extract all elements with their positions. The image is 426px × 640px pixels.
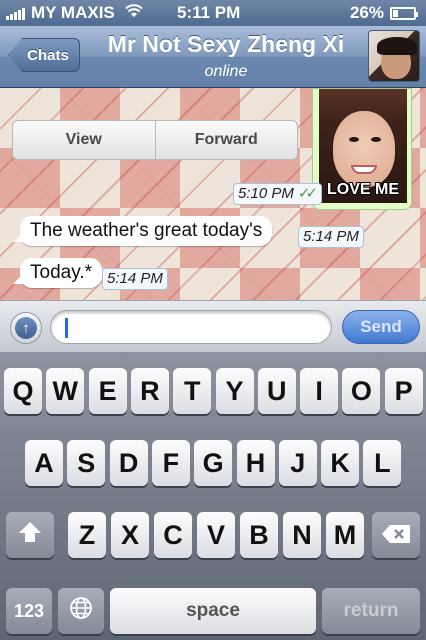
status-bar: MY MAXIS 5:11 PM 26% — [0, 0, 426, 26]
key-y[interactable]: Y — [215, 368, 254, 414]
key-l[interactable]: L — [363, 440, 402, 486]
battery-percent: 26% — [349, 3, 384, 22]
view-button[interactable]: View — [13, 121, 155, 159]
message-text: Today.* — [30, 262, 92, 283]
carrier-name: MY MAXIS — [31, 3, 115, 22]
key-e[interactable]: E — [88, 368, 127, 414]
backspace-icon — [381, 520, 411, 551]
outgoing-photo-message[interactable]: LOVE ME — [312, 88, 412, 210]
battery-group: 26% — [349, 3, 418, 23]
key-c[interactable]: C — [154, 512, 192, 558]
globe-icon — [69, 596, 93, 627]
message-input-bar: ↑ Send — [0, 300, 426, 352]
keyboard: 123 space return QWERTYUIOP ASDFGHJKL ZXCV… — [0, 352, 426, 640]
key-j[interactable]: J — [278, 440, 317, 486]
key-k[interactable]: K — [321, 440, 360, 486]
photo-timestamp: 5:10 PM — [238, 185, 294, 202]
key-w[interactable]: W — [46, 368, 85, 414]
key-f[interactable]: F — [151, 440, 190, 486]
photo-timestamp-badge: 5:10 PM ✓✓ — [233, 183, 323, 205]
key-x[interactable]: X — [111, 512, 149, 558]
globe-key[interactable] — [58, 588, 104, 634]
key-q[interactable]: Q — [4, 368, 42, 414]
send-button[interactable]: Send — [342, 310, 420, 344]
message-text: The weather's great today's — [30, 220, 263, 241]
return-key[interactable]: return — [322, 588, 420, 634]
key-m[interactable]: M — [326, 512, 364, 558]
key-d[interactable]: D — [109, 440, 148, 486]
double-check-icon: ✓✓ — [297, 185, 318, 202]
status-time: 5:11 PM — [177, 3, 241, 22]
media-action-bar: View Forward — [12, 120, 298, 160]
key-u[interactable]: U — [257, 368, 296, 414]
key-z[interactable]: Z — [68, 512, 106, 558]
message-timestamp: 5:14 PM — [102, 268, 168, 290]
numbers-key[interactable]: 123 — [6, 588, 52, 634]
key-n[interactable]: N — [283, 512, 321, 558]
key-g[interactable]: G — [194, 440, 233, 486]
upload-arrow-icon: ↑ — [15, 317, 37, 339]
incoming-message[interactable]: The weather's great today's — [20, 216, 273, 246]
key-p[interactable]: P — [384, 368, 423, 414]
contact-avatar[interactable] — [368, 30, 420, 82]
contact-status: online — [204, 63, 248, 80]
carrier-group: MY MAXIS — [6, 3, 143, 23]
shift-key[interactable] — [6, 512, 54, 558]
key-t[interactable]: T — [173, 368, 212, 414]
photo-caption: LOVE ME — [326, 181, 399, 198]
key-i[interactable]: I — [300, 368, 339, 414]
signal-icon — [6, 6, 25, 20]
shift-arrow-icon — [17, 520, 43, 551]
forward-button[interactable]: Forward — [154, 121, 298, 159]
contact-name[interactable]: Mr Not Sexy Zheng Xi — [88, 31, 364, 58]
incoming-message[interactable]: Today.* — [20, 258, 102, 288]
key-v[interactable]: V — [197, 512, 235, 558]
message-text-field[interactable] — [50, 310, 332, 344]
photo-thumbnail[interactable]: LOVE ME — [319, 89, 407, 203]
wifi-icon — [125, 3, 143, 23]
chat-header: Chats Mr Not Sexy Zheng Xi online — [0, 26, 426, 88]
key-o[interactable]: O — [342, 368, 381, 414]
attach-button[interactable]: ↑ — [10, 312, 42, 344]
battery-icon — [390, 6, 418, 20]
delete-key[interactable] — [372, 512, 420, 558]
chats-back-button[interactable]: Chats — [8, 38, 80, 72]
key-s[interactable]: S — [67, 440, 106, 486]
key-a[interactable]: A — [25, 440, 63, 486]
key-r[interactable]: R — [130, 368, 169, 414]
text-cursor — [65, 318, 68, 338]
message-timestamp: 5:14 PM — [298, 226, 364, 248]
space-key[interactable]: space — [110, 588, 316, 634]
chat-area[interactable]: View Forward LOVE ME 5:10 PM ✓✓ The weath… — [0, 88, 426, 300]
key-b[interactable]: B — [240, 512, 278, 558]
key-h[interactable]: H — [236, 440, 275, 486]
